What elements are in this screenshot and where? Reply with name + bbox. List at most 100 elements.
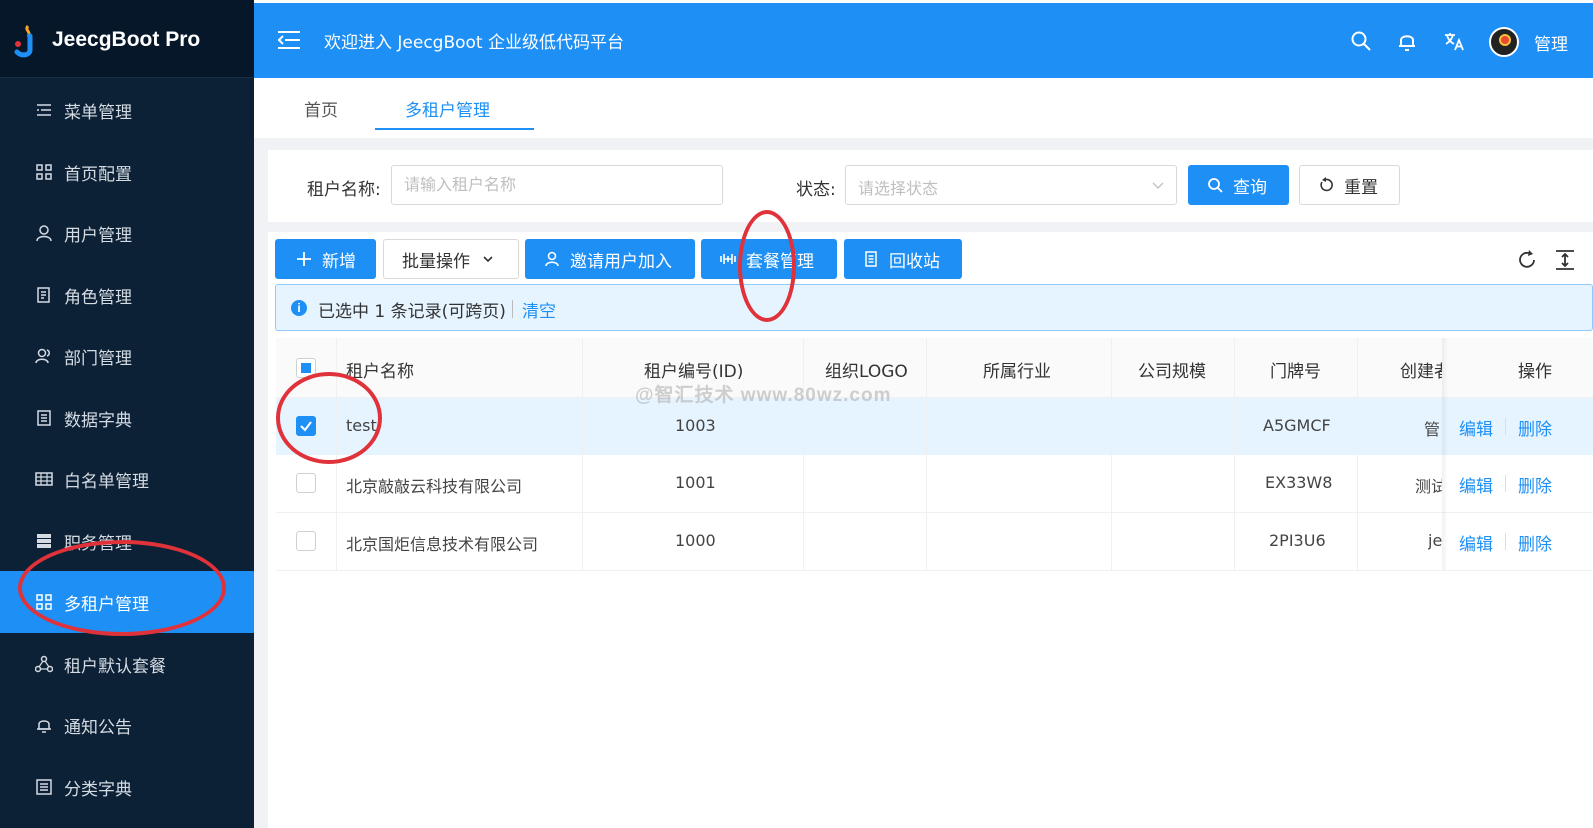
indeterminate-mark xyxy=(301,363,311,373)
sidebar-item-label: 首页配置 xyxy=(64,165,132,185)
recycle-bin-button[interactable]: 回收站 xyxy=(844,239,962,279)
bell-icon xyxy=(37,720,51,733)
info-icon: i xyxy=(291,300,307,316)
sidebar-item-whitelist[interactable]: 白名单管理 xyxy=(0,448,254,510)
delete-link[interactable]: 删除 xyxy=(1518,472,1552,497)
batch-actions-dropdown[interactable]: 批量操作 xyxy=(383,239,519,279)
tenant-name-input[interactable] xyxy=(391,165,723,205)
add-button-label: 新增 xyxy=(322,251,356,272)
reset-button-label: 重置 xyxy=(1344,177,1378,198)
watermark: @智汇技术 www.80wz.com xyxy=(635,385,892,406)
cell-creator: 管 xyxy=(1424,420,1441,439)
annotation-circle xyxy=(18,540,226,636)
logo-text: JeecgBoot Pro xyxy=(52,28,201,51)
team-icon xyxy=(35,348,50,364)
avatar[interactable] xyxy=(1489,27,1519,57)
role-icon xyxy=(37,287,50,303)
invite-user-label: 邀请用户加入 xyxy=(570,251,672,272)
col-header-company-size: 公司规模 xyxy=(1138,362,1206,382)
menu-list-icon xyxy=(37,104,51,116)
search-icon xyxy=(1208,178,1223,193)
edit-link[interactable]: 编辑 xyxy=(1459,530,1493,555)
active-tab-indicator xyxy=(375,128,534,130)
column-divider xyxy=(1111,338,1112,570)
cell-tenant-id: 1000 xyxy=(675,531,716,550)
sidebar-item-users[interactable]: 用户管理 xyxy=(0,202,254,264)
sidebar-item-label: 通知公告 xyxy=(64,718,132,738)
table-header: 租户名称 租户编号(ID) 组织LOGO 所属行业 公司规模 门牌号 创建者 操… xyxy=(276,338,1593,398)
top-header: 欢迎进入 JeecgBoot 企业级低代码平台 管理 xyxy=(254,0,1593,78)
column-divider xyxy=(1357,338,1358,570)
tab-home[interactable]: 首页 xyxy=(304,96,338,121)
user-icon xyxy=(36,225,52,242)
sidebar-item-label: 用户管理 xyxy=(64,226,132,246)
delete-link[interactable]: 删除 xyxy=(1518,530,1552,555)
cell-house-number: EX33W8 xyxy=(1265,473,1333,492)
column-height-icon[interactable] xyxy=(1554,249,1576,271)
header-title: 欢迎进入 JeecgBoot 企业级低代码平台 xyxy=(324,33,625,53)
sidebar-item-label: 角色管理 xyxy=(64,288,132,308)
translate-icon[interactable] xyxy=(1443,30,1465,52)
sidebar-item-label: 数据字典 xyxy=(64,411,132,431)
cell-creator: je xyxy=(1428,531,1442,550)
col-header-logo: 组织LOGO xyxy=(825,362,908,382)
status-label: 状态: xyxy=(796,180,836,200)
sidebar-item-dictionary[interactable]: 数据字典 xyxy=(0,387,254,449)
status-select-placeholder: 请选择状态 xyxy=(858,179,939,198)
status-select[interactable]: 请选择状态 xyxy=(845,165,1177,205)
cell-creator: 测试 xyxy=(1415,477,1442,496)
query-button[interactable]: 查询 xyxy=(1188,165,1289,205)
column-divider xyxy=(582,338,583,570)
cluster-icon xyxy=(35,655,53,673)
chevron-down-icon xyxy=(483,256,493,263)
cell-tenant-id: 1001 xyxy=(675,473,716,492)
reload-icon xyxy=(1320,177,1333,192)
edit-link[interactable]: 编辑 xyxy=(1459,415,1493,440)
plus-icon xyxy=(297,252,311,266)
sidebar-item-departments[interactable]: 部门管理 xyxy=(0,325,254,387)
sidebar-item-label: 白名单管理 xyxy=(64,472,149,492)
sidebar-item-notices[interactable]: 通知公告 xyxy=(0,694,254,756)
cell-tenant-id: 1003 xyxy=(675,416,716,435)
col-header-creator: 创建者 xyxy=(1400,362,1442,382)
database-icon xyxy=(37,534,51,548)
fixed-column-shadow xyxy=(1442,338,1448,570)
edit-link[interactable]: 编辑 xyxy=(1459,472,1493,497)
sidebar-item-default-package[interactable]: 租户默认套餐 xyxy=(0,633,254,695)
sidebar-item-label: 分类字典 xyxy=(64,780,132,800)
row-checkbox[interactable] xyxy=(296,473,316,493)
table-row[interactable]: test 1003 A5GMCF 管 编辑 删除 xyxy=(276,398,1593,456)
package-icon xyxy=(720,254,736,264)
tenant-name-label: 租户名称: xyxy=(307,180,381,200)
tenant-name-input-field[interactable] xyxy=(404,175,710,194)
sidebar-item-label: 部门管理 xyxy=(64,349,132,369)
query-button-label: 查询 xyxy=(1233,177,1267,198)
add-button[interactable]: 新增 xyxy=(275,239,376,279)
page-tabs: 首页 多租户管理 xyxy=(254,78,1593,138)
delete-link[interactable]: 删除 xyxy=(1518,415,1552,440)
recycle-bin-icon xyxy=(865,251,877,267)
reset-button[interactable]: 重置 xyxy=(1299,165,1400,205)
bell-icon[interactable] xyxy=(1396,30,1418,52)
invite-user-button[interactable]: 邀请用户加入 xyxy=(525,239,695,279)
menu-fold-icon[interactable] xyxy=(276,29,302,51)
tab-tenant-management[interactable]: 多租户管理 xyxy=(405,96,490,121)
annotation-circle xyxy=(738,210,796,322)
chevron-down-icon xyxy=(1152,182,1164,189)
annotation-circle xyxy=(276,372,382,464)
table-row[interactable]: 北京国炬信息技术有限公司 1000 2PI3U6 je 编辑 删除 xyxy=(276,513,1593,571)
sidebar: JeecgBoot Pro 菜单管理 首页配置 用户管理 角色管理 部门管理 数… xyxy=(0,0,254,828)
action-divider xyxy=(1505,475,1506,492)
refresh-icon[interactable] xyxy=(1516,249,1538,271)
sidebar-item-roles[interactable]: 角色管理 xyxy=(0,264,254,326)
sidebar-item-menu[interactable]: 菜单管理 xyxy=(0,79,254,141)
sidebar-item-category-dict[interactable]: 分类字典 xyxy=(0,756,254,818)
grid-icon xyxy=(36,164,52,180)
clear-selection-link[interactable]: 清空 xyxy=(522,297,556,322)
sidebar-item-home-config[interactable]: 首页配置 xyxy=(0,141,254,203)
table-row[interactable]: 北京敲敲云科技有限公司 1001 EX33W8 测试 编辑 删除 xyxy=(276,455,1593,513)
search-icon[interactable] xyxy=(1350,30,1372,52)
divider xyxy=(512,300,513,318)
user-name[interactable]: 管理 xyxy=(1534,30,1568,55)
row-checkbox[interactable] xyxy=(296,531,316,551)
